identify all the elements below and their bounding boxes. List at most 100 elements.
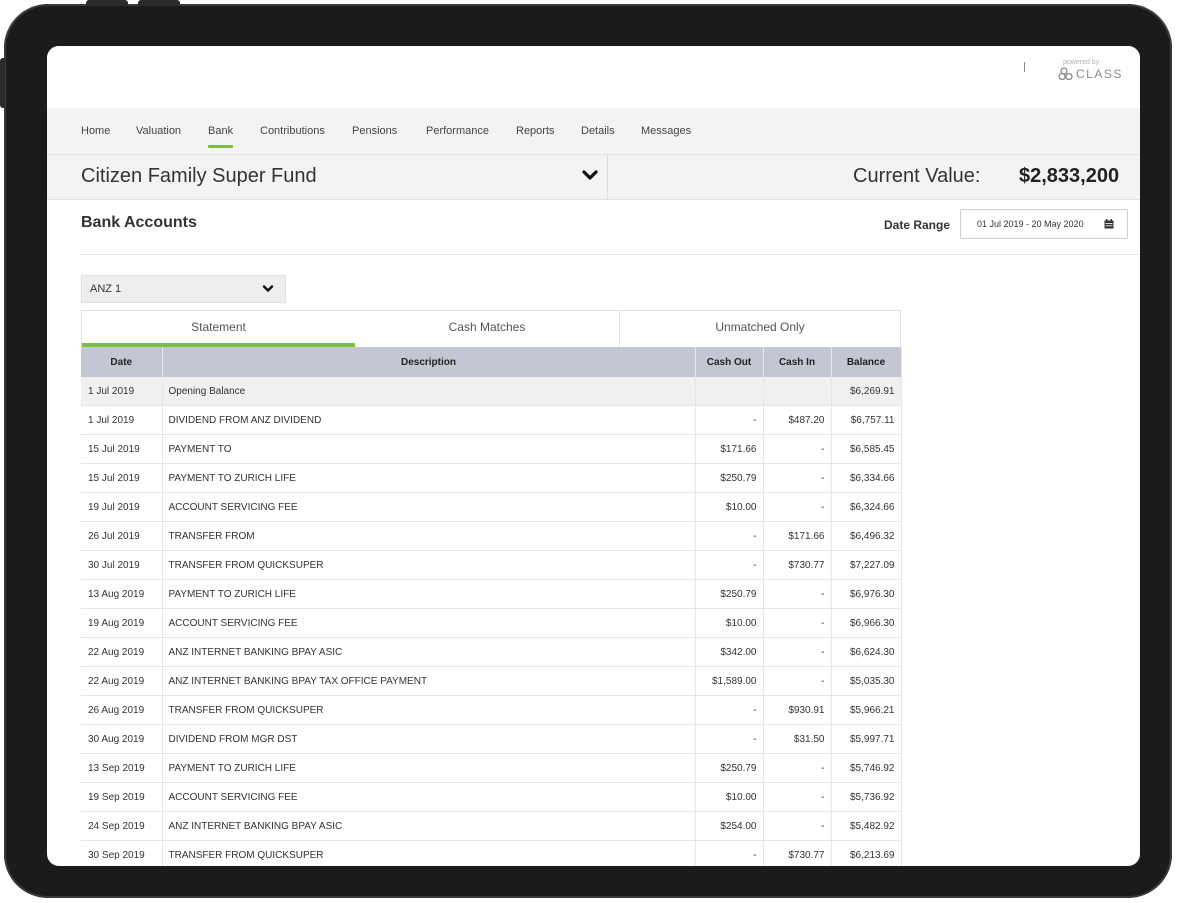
- cell-cash-in: $487.20: [763, 405, 832, 435]
- cell-balance: $5,035.30: [831, 666, 902, 696]
- fund-header: Citizen Family Super Fund Current Value:…: [47, 154, 1140, 200]
- account-select[interactable]: ANZ 1: [81, 275, 286, 303]
- table-row[interactable]: 30 Sep 2019 TRANSFER FROM QUICKSUPER - $730…: [81, 840, 902, 866]
- cell-balance: $6,213.69: [831, 840, 902, 866]
- branding-bar: powered by CLASS: [47, 46, 1140, 109]
- divider: [81, 254, 1140, 255]
- logo-mark: CLASS: [1058, 67, 1128, 81]
- cell-cash-out: $10.00: [695, 782, 764, 812]
- nav-pensions[interactable]: Pensions: [352, 125, 397, 137]
- cell-description: PAYMENT TO ZURICH LIFE: [162, 463, 696, 493]
- cell-cash-out: $10.00: [695, 492, 764, 522]
- table-row[interactable]: 1 Jul 2019 DIVIDEND FROM ANZ DIVIDEND - $48…: [81, 405, 902, 435]
- nav-messages[interactable]: Messages: [641, 125, 691, 137]
- cell-description: ACCOUNT SERVICING FEE: [162, 492, 696, 522]
- cell-description: TRANSFER FROM: [162, 521, 696, 551]
- tab-cash-matches[interactable]: Cash Matches: [355, 311, 619, 347]
- cell-balance: $5,966.21: [831, 695, 902, 725]
- cell-cash-out: -: [695, 695, 764, 725]
- branding-divider: [1024, 62, 1025, 72]
- date-range-picker[interactable]: 01 Jul 2019 - 20 May 2020: [960, 209, 1128, 239]
- cell-balance: $6,757.11: [831, 405, 902, 435]
- cell-date: 1 Jul 2019: [81, 377, 163, 406]
- cell-balance: $6,624.30: [831, 637, 902, 667]
- table-row[interactable]: 13 Aug 2019 PAYMENT TO ZURICH LIFE $250.79…: [81, 579, 902, 609]
- cell-balance: $6,496.32: [831, 521, 902, 551]
- cell-cash-in: [763, 377, 832, 406]
- cell-description: ANZ INTERNET BANKING BPAY ASIC: [162, 811, 696, 841]
- table-row-opening-balance[interactable]: 1 Jul 2019 Opening Balance $6,269.91: [81, 377, 902, 406]
- nav-contributions[interactable]: Contributions: [260, 125, 325, 137]
- nav-performance[interactable]: Performance: [426, 125, 489, 137]
- cell-date: 19 Jul 2019: [81, 492, 163, 522]
- table-row[interactable]: 22 Aug 2019 ANZ INTERNET BANKING BPAY ASI…: [81, 637, 902, 667]
- cell-cash-in: -: [763, 666, 832, 696]
- nav-reports[interactable]: Reports: [516, 125, 555, 137]
- tab-unmatched-only[interactable]: Unmatched Only: [620, 311, 900, 347]
- table-row[interactable]: 19 Aug 2019 ACCOUNT SERVICING FEE $10.00- $…: [81, 608, 902, 638]
- cell-date: 26 Jul 2019: [81, 521, 163, 551]
- cell-balance: $5,746.92: [831, 753, 902, 783]
- table-row[interactable]: 19 Jul 2019 ACCOUNT SERVICING FEE $10.00- $…: [81, 492, 902, 522]
- fund-selector-label[interactable]: Citizen Family Super Fund: [81, 165, 317, 188]
- account-select-value: ANZ 1: [90, 283, 122, 295]
- cell-cash-out: [695, 377, 764, 406]
- table-row[interactable]: 26 Jul 2019 TRANSFER FROM - $171.66 $6,496.3…: [81, 521, 902, 551]
- statement-table: Date Description Cash Out Cash In Balanc…: [81, 347, 902, 866]
- nav-bank[interactable]: Bank: [208, 125, 234, 148]
- nav-valuation[interactable]: Valuation: [136, 125, 181, 137]
- cell-cash-out: -: [695, 550, 764, 580]
- nav-details[interactable]: Details: [581, 125, 615, 137]
- cell-description: ANZ INTERNET BANKING BPAY TAX OFFICE PAY…: [162, 666, 696, 696]
- cell-cash-out: -: [695, 521, 764, 551]
- logo-text: CLASS: [1076, 67, 1123, 81]
- table-row[interactable]: 26 Aug 2019 TRANSFER FROM QUICKSUPER - $930…: [81, 695, 902, 725]
- column-header-description[interactable]: Description: [162, 347, 696, 377]
- page-title: Bank Accounts: [81, 214, 197, 231]
- column-header-cash-in[interactable]: Cash In: [763, 347, 832, 377]
- column-header-cash-out[interactable]: Cash Out: [695, 347, 764, 377]
- cell-cash-out: $1,589.00: [695, 666, 764, 696]
- column-header-balance[interactable]: Balance: [831, 347, 902, 377]
- cell-cash-out: -: [695, 840, 764, 866]
- cell-date: 30 Jul 2019: [81, 550, 163, 580]
- cell-date: 30 Sep 2019: [81, 840, 163, 866]
- tablet-frame: powered by CLASS Home Valuation Bank Con…: [4, 4, 1172, 898]
- column-header-date[interactable]: Date: [81, 347, 163, 377]
- screen: powered by CLASS Home Valuation Bank Con…: [47, 46, 1140, 866]
- cell-cash-in: -: [763, 579, 832, 609]
- cell-cash-in: -: [763, 434, 832, 464]
- table-row[interactable]: 13 Sep 2019 PAYMENT TO ZURICH LIFE $250.79…: [81, 753, 902, 783]
- cell-cash-in: -: [763, 608, 832, 638]
- cell-date: 30 Aug 2019: [81, 724, 163, 754]
- cell-description: TRANSFER FROM QUICKSUPER: [162, 695, 696, 725]
- cell-balance: $6,334.66: [831, 463, 902, 493]
- table-row[interactable]: 15 Jul 2019 PAYMENT TO $171.66- $6,585.45: [81, 434, 902, 464]
- cell-cash-out: $10.00: [695, 608, 764, 638]
- nav-home[interactable]: Home: [81, 125, 110, 137]
- table-row[interactable]: 30 Aug 2019 DIVIDEND FROM MGR DST - $31.50 $…: [81, 724, 902, 754]
- cell-cash-in: $930.91: [763, 695, 832, 725]
- class-logo: powered by CLASS: [1058, 59, 1128, 81]
- cell-date: 13 Sep 2019: [81, 753, 163, 783]
- calendar-icon: [1104, 219, 1114, 229]
- cell-cash-in: $171.66: [763, 521, 832, 551]
- current-value-label: Current Value:: [853, 165, 981, 187]
- cell-date: 13 Aug 2019: [81, 579, 163, 609]
- cell-balance: $6,585.45: [831, 434, 902, 464]
- table-row[interactable]: 30 Jul 2019 TRANSFER FROM QUICKSUPER - $730…: [81, 550, 902, 580]
- cell-balance: $5,736.92: [831, 782, 902, 812]
- table-row[interactable]: 15 Jul 2019 PAYMENT TO ZURICH LIFE $250.79…: [81, 463, 902, 493]
- table-row[interactable]: 22 Aug 2019 ANZ INTERNET BANKING BPAY TAX…: [81, 666, 902, 696]
- cell-description: Opening Balance: [162, 377, 696, 406]
- cell-description: ACCOUNT SERVICING FEE: [162, 608, 696, 638]
- chevron-down-icon[interactable]: [581, 169, 599, 183]
- date-range-value: 01 Jul 2019 - 20 May 2020: [977, 219, 1084, 229]
- tab-statement[interactable]: Statement: [82, 311, 355, 347]
- cell-description: ACCOUNT SERVICING FEE: [162, 782, 696, 812]
- table-row[interactable]: 19 Sep 2019 ACCOUNT SERVICING FEE $10.00- $…: [81, 782, 902, 812]
- cell-description: PAYMENT TO ZURICH LIFE: [162, 753, 696, 783]
- cell-description: DIVIDEND FROM ANZ DIVIDEND: [162, 405, 696, 435]
- cell-cash-in: -: [763, 782, 832, 812]
- table-row[interactable]: 24 Sep 2019 ANZ INTERNET BANKING BPAY ASI…: [81, 811, 902, 841]
